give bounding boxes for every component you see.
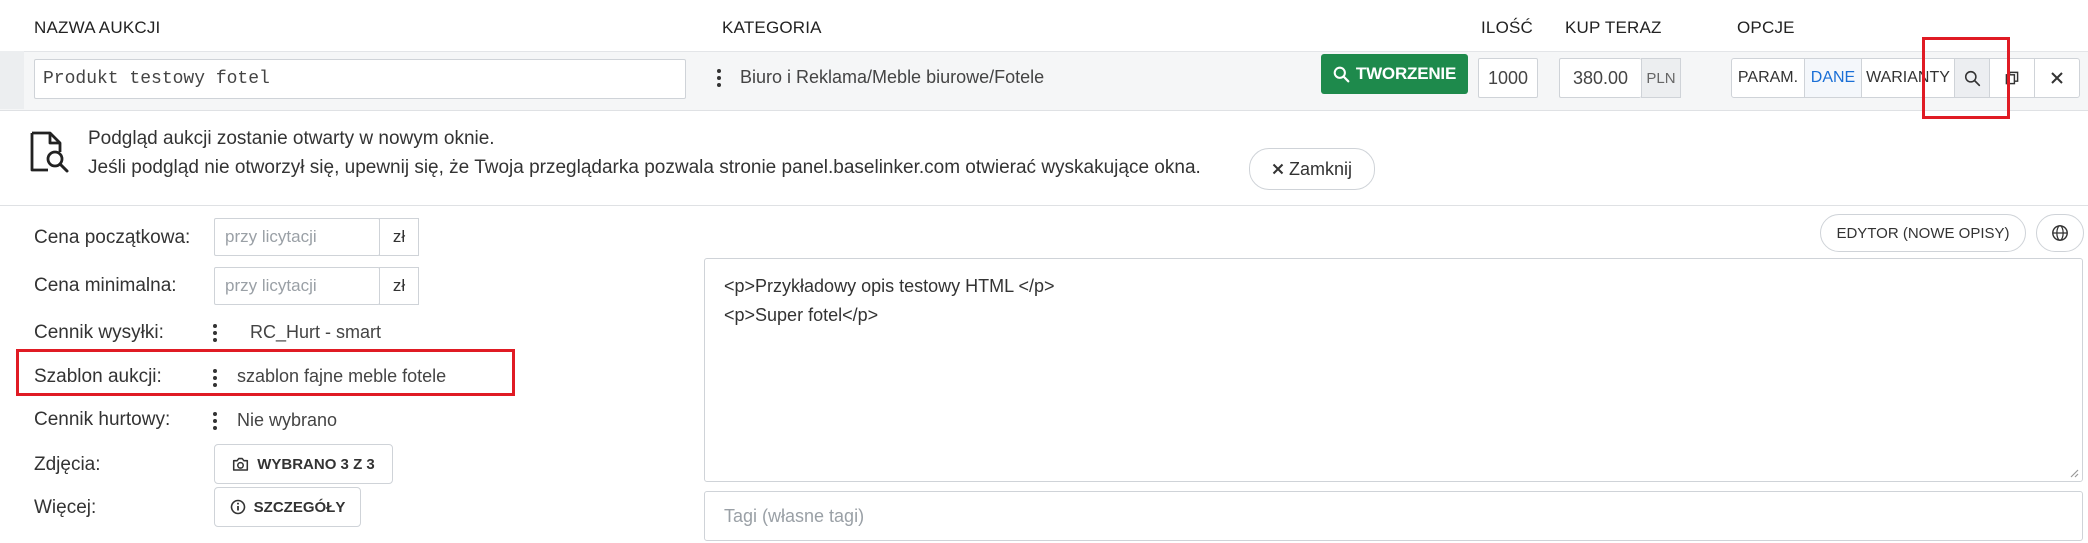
- editor-new-descriptions-button[interactable]: EDYTOR (NOWE OPISY): [1820, 214, 2026, 252]
- auction-name-input[interactable]: Produkt testowy fotel: [34, 59, 686, 99]
- start-price-placeholder: przy licytacji: [225, 227, 317, 246]
- column-header-quantity: ILOŚĆ: [1481, 18, 1534, 37]
- info-icon: [230, 499, 245, 515]
- tags-placeholder: Tagi (własne tagi): [724, 505, 865, 526]
- close-notice-label: Zamknij: [1288, 158, 1352, 179]
- globe-icon: [2052, 225, 2068, 241]
- search-icon: [1333, 66, 1350, 82]
- close-notice-button[interactable]: Zamknij: [1249, 148, 1375, 190]
- create-button-label: TWORZENIE: [1355, 64, 1457, 83]
- resize-handle-icon[interactable]: [2069, 468, 2079, 478]
- delete-row-button[interactable]: [2034, 58, 2080, 98]
- column-header-category: KATEGORIA: [722, 18, 822, 37]
- shipping-value[interactable]: RC_Hurt - smart: [250, 322, 381, 343]
- preview-document-icon: [26, 130, 72, 181]
- start-price-input[interactable]: przy licytacji: [214, 218, 380, 256]
- tags-input[interactable]: Tagi (własne tagi): [704, 491, 2083, 541]
- column-header-name: NAZWA AUKCJI: [34, 18, 161, 37]
- editor-button-label: EDYTOR (NOWE OPISY): [1836, 224, 2010, 242]
- auction-name-value: Produkt testowy fotel: [43, 69, 270, 89]
- camera-icon: [233, 457, 249, 471]
- start-price-unit: zł: [379, 218, 419, 256]
- highlight-preview-button: [1922, 37, 2010, 119]
- shipping-menu-icon[interactable]: [212, 324, 218, 342]
- quantity-input[interactable]: 1000: [1478, 58, 1538, 98]
- quantity-value: 1000: [1487, 67, 1529, 88]
- divider: [0, 205, 2088, 206]
- min-price-unit: zł: [379, 267, 419, 305]
- description-line-2: <p>Super fotel</p>: [724, 305, 879, 325]
- tab-param[interactable]: PARAM.: [1731, 58, 1805, 98]
- create-button[interactable]: TWORZENIE: [1321, 54, 1468, 94]
- close-icon: [1272, 163, 1284, 175]
- min-price-placeholder: przy licytacji: [225, 276, 317, 295]
- column-header-buy-now: KUP TERAZ: [1565, 18, 1662, 37]
- photos-label: Zdjęcia:: [34, 454, 101, 475]
- min-price-label: Cena minimalna:: [34, 275, 177, 296]
- column-header-options: OPCJE: [1737, 18, 1795, 37]
- close-icon: [2051, 72, 2063, 84]
- wholesale-value[interactable]: Nie wybrano: [237, 410, 337, 431]
- language-button[interactable]: [2036, 214, 2084, 252]
- tab-dane[interactable]: DANE: [1804, 58, 1862, 98]
- row-drag-strip[interactable]: [0, 51, 24, 109]
- highlight-template-row: [16, 349, 515, 396]
- details-button[interactable]: SZCZEGÓŁY: [214, 487, 361, 527]
- details-button-label: SZCZEGÓŁY: [253, 498, 346, 516]
- more-label: Więcej:: [34, 497, 97, 518]
- price-input[interactable]: 380.00: [1559, 58, 1641, 98]
- description-textarea[interactable]: <p>Przykładowy opis testowy HTML </p> <p…: [704, 258, 2083, 482]
- wholesale-menu-icon[interactable]: [212, 412, 218, 430]
- shipping-label: Cennik wysyłki:: [34, 322, 164, 343]
- preview-notice-line2: Jeśli podgląd nie otworzył się, upewnij …: [88, 157, 1201, 178]
- preview-notice-line1: Podgląd aukcji zostanie otwarty w nowym …: [88, 128, 495, 149]
- price-value: 380.00: [1572, 67, 1629, 88]
- tab-param-label: PARAM.: [1737, 69, 1799, 86]
- category-menu-icon[interactable]: [716, 69, 722, 87]
- currency-addon: PLN: [1641, 58, 1681, 98]
- min-price-input[interactable]: przy licytacji: [214, 267, 380, 305]
- description-line-1: <p>Przykładowy opis testowy HTML </p>: [724, 276, 1055, 296]
- photos-button[interactable]: WYBRANO 3 Z 3: [214, 444, 393, 484]
- category-path[interactable]: Biuro i Reklama/Meble biurowe/Fotele: [740, 67, 1044, 88]
- photos-button-label: WYBRANO 3 Z 3: [257, 455, 375, 473]
- wholesale-label: Cennik hurtowy:: [34, 409, 171, 430]
- tab-dane-label: DANE: [1810, 69, 1856, 86]
- start-price-label: Cena początkowa:: [34, 227, 191, 248]
